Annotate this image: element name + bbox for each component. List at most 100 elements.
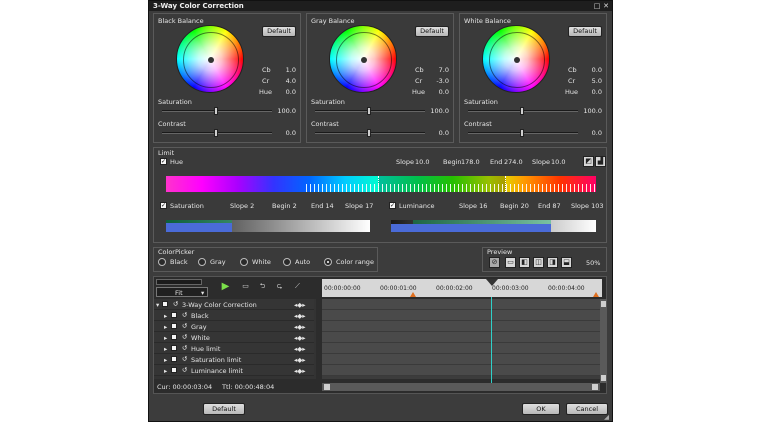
black-contrast-value[interactable]: 0.0 — [272, 129, 296, 137]
hue-range-bar[interactable] — [166, 176, 596, 192]
black-cb-value[interactable]: 1.0 — [272, 66, 296, 74]
close-icon[interactable]: ✕ — [602, 2, 610, 10]
keyframe-nav-icon[interactable]: ◂◆▸ — [294, 356, 306, 364]
track-checkbox[interactable] — [171, 345, 177, 351]
reset-icon[interactable]: ↺ — [182, 344, 187, 352]
gray-contrast-value[interactable]: 0.0 — [425, 129, 449, 137]
ok-button[interactable]: OK — [522, 403, 560, 415]
luminance-limit-checkbox[interactable]: ✓ — [389, 202, 396, 209]
maximize-icon[interactable]: □ — [593, 2, 601, 10]
timeline-row[interactable] — [322, 365, 600, 376]
hue-histogram-icon[interactable]: ▟ — [595, 156, 606, 167]
scroll-left-icon[interactable] — [324, 384, 330, 390]
track-checkbox[interactable] — [171, 323, 177, 329]
black-color-wheel[interactable] — [176, 25, 244, 93]
black-saturation-thumb[interactable] — [214, 107, 218, 115]
track-checkbox[interactable] — [171, 356, 177, 362]
timeline-track-area[interactable] — [322, 299, 600, 379]
track-checkbox[interactable] — [162, 301, 168, 307]
gray-saturation-value[interactable]: 100.0 — [425, 107, 449, 115]
black-default-button[interactable]: Default — [262, 26, 296, 37]
track-row[interactable]: ▸ ↺ Gray ◂◆▸ — [154, 321, 314, 332]
luminance-slope2[interactable]: Slope 103 — [571, 202, 604, 210]
keyframe-nav-icon[interactable]: ◂◆▸ — [294, 345, 306, 353]
saturation-begin[interactable]: Begin 2 — [272, 202, 297, 210]
black-hue-value[interactable]: 0.0 — [272, 88, 296, 96]
white-cr-value[interactable]: 5.0 — [578, 77, 602, 85]
timeline-row[interactable] — [322, 321, 600, 332]
gray-contrast-thumb[interactable] — [367, 129, 371, 137]
redo-icon[interactable]: ⮎ — [274, 282, 285, 293]
white-cb-value[interactable]: 0.0 — [578, 66, 602, 74]
preview-single-icon[interactable]: ▭ — [505, 257, 516, 268]
reset-icon[interactable]: ↺ — [173, 300, 178, 308]
luminance-begin[interactable]: Begin 20 — [500, 202, 529, 210]
gray-default-button[interactable]: Default — [415, 26, 449, 37]
scroll-right-icon[interactable] — [592, 384, 598, 390]
keyframe-nav-icon[interactable]: ◂◆▸ — [294, 312, 306, 320]
saturation-slope1[interactable]: Slope 2 — [230, 202, 254, 210]
play-icon[interactable]: ▶ — [220, 282, 231, 293]
track-row[interactable]: ▸ ↺ Saturation limit ◂◆▸ — [154, 354, 314, 365]
hue-slope1-value[interactable]: 10.0 — [415, 158, 429, 166]
expand-icon[interactable]: ▸ — [164, 356, 167, 364]
black-contrast-thumb[interactable] — [214, 129, 218, 137]
radio-white-label[interactable]: White — [252, 258, 271, 266]
timeline-row[interactable] — [322, 343, 600, 354]
saturation-range-bar[interactable] — [166, 220, 370, 232]
radio-gray[interactable] — [198, 258, 206, 266]
saturation-end[interactable]: End 14 — [311, 202, 334, 210]
timeline-row[interactable] — [322, 310, 600, 321]
track-row[interactable]: ▸ ↺ Luminance limit ◂◆▸ — [154, 365, 314, 376]
radio-color-range[interactable] — [324, 258, 332, 266]
white-saturation-thumb[interactable] — [520, 107, 524, 115]
reset-icon[interactable]: ↺ — [182, 333, 187, 341]
radio-auto[interactable] — [283, 258, 291, 266]
keyframe-nav-icon[interactable]: ◂◆▸ — [294, 367, 306, 375]
horizontal-scrollbar[interactable] — [322, 383, 600, 391]
preview-split-center-icon[interactable]: ◫ — [533, 257, 544, 268]
preview-split-left-icon[interactable]: ◧ — [519, 257, 530, 268]
saturation-limit-checkbox[interactable]: ✓ — [160, 202, 167, 209]
zoom-slider[interactable] — [156, 279, 202, 285]
gray-color-wheel[interactable] — [329, 25, 397, 93]
preview-zoom-value[interactable]: 50% — [586, 259, 600, 267]
reset-icon[interactable]: ↺ — [182, 322, 187, 330]
white-color-wheel[interactable] — [482, 25, 550, 93]
black-saturation-value[interactable]: 100.0 — [272, 107, 296, 115]
gray-cr-value[interactable]: -3.0 — [425, 77, 449, 85]
expand-icon[interactable]: ▸ — [164, 312, 167, 320]
keyframe-nav-icon[interactable]: ◂◆▸ — [294, 323, 306, 331]
black-cr-value[interactable]: 4.0 — [272, 77, 296, 85]
keyframe-nav-icon[interactable]: ◂◆▸ — [294, 301, 306, 309]
hue-begin-value[interactable]: 178.0 — [461, 158, 480, 166]
monitor-icon[interactable]: ▭ — [240, 282, 251, 293]
playhead-marker[interactable] — [486, 279, 498, 286]
track-checkbox[interactable] — [171, 334, 177, 340]
radio-black-label[interactable]: Black — [170, 258, 188, 266]
reset-icon[interactable]: ↺ — [182, 355, 187, 363]
keyframe-marker[interactable] — [593, 292, 599, 297]
track-checkbox[interactable] — [171, 312, 177, 318]
track-row[interactable]: ▾ ↺ 3-Way Color Correction ◂◆▸ — [154, 299, 314, 310]
track-row[interactable]: ▸ ↺ Hue limit ◂◆▸ — [154, 343, 314, 354]
radio-white[interactable] — [240, 258, 248, 266]
expand-icon[interactable]: ▸ — [164, 367, 167, 375]
keyframe-nav-icon[interactable]: ◂◆▸ — [294, 334, 306, 342]
scroll-down-icon[interactable] — [601, 375, 606, 381]
white-wheel-handle[interactable] — [514, 57, 520, 63]
preview-split-bottom-icon[interactable]: ⬓ — [561, 257, 572, 268]
time-ruler[interactable]: 00:00:00:00 00:00:01:00 00:00:02:00 00:0… — [322, 279, 602, 297]
fit-dropdown[interactable]: Fit ▾ — [156, 287, 208, 297]
saturation-slope2[interactable]: Slope 17 — [345, 202, 373, 210]
loop-icon[interactable]: ⮌ — [257, 282, 268, 293]
collapse-icon[interactable]: ▾ — [156, 301, 159, 309]
preview-split-right-icon[interactable]: ◨ — [547, 257, 558, 268]
vertical-scrollbar[interactable] — [600, 299, 607, 383]
hue-end-value[interactable]: 274.0 — [504, 158, 523, 166]
gray-hue-value[interactable]: 0.0 — [425, 88, 449, 96]
reset-icon[interactable]: ↺ — [182, 366, 187, 374]
reset-default-button[interactable]: Default — [203, 403, 245, 415]
timeline-row[interactable] — [322, 299, 600, 310]
timeline-row[interactable] — [322, 354, 600, 365]
